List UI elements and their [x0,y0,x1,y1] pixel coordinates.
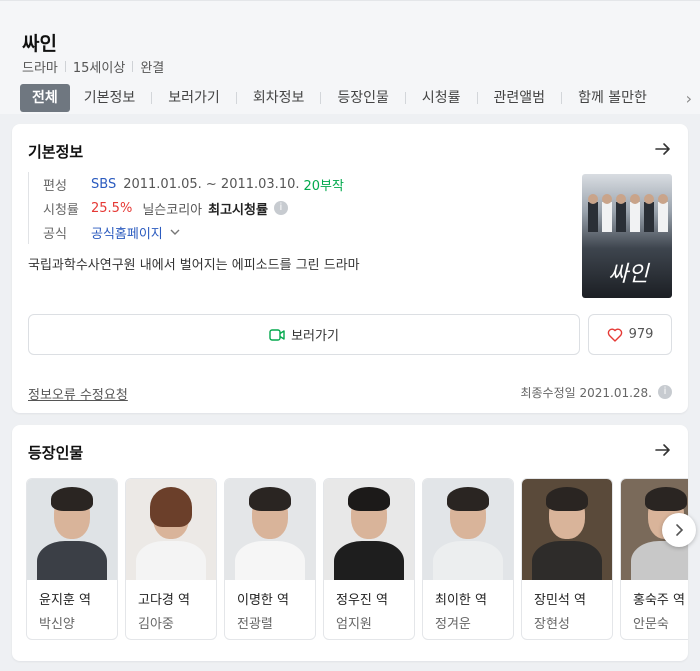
tab-episodes[interactable]: 회차정보 [245,84,313,112]
meta-info: 드라마 15세이상 완결 [22,57,164,76]
divider [476,92,478,104]
info-icon[interactable]: i [273,201,288,215]
info-icon[interactable]: i [658,385,672,399]
divider [561,92,563,104]
cast-photo [423,479,513,580]
section-title: 등장인물 [28,444,84,462]
section-title: 기본정보 [28,143,84,161]
description: 국립과학수사연구원 내에서 벌어지는 에피소드를 그린 드라마 [28,258,360,273]
watch-button[interactable]: 보러가기 [28,314,580,355]
broadcast-row: 편성 SBS 2011.01.05. ~ 2011.03.10. 20부작 [43,172,344,196]
broadcast-label: 편성 [43,178,67,194]
cast-item[interactable]: 장민석 역 장현성 [521,478,613,640]
like-button[interactable]: 979 [588,314,672,355]
last-updated: 최종수정일 2021.01.28. [520,386,652,400]
divider [320,92,322,104]
cast-photo [225,479,315,580]
tab-albums[interactable]: 관련앨범 [486,84,554,112]
cast-item[interactable]: 고다경 역 김아중 [125,478,217,640]
cast-photo [27,479,117,580]
play-icon [269,328,285,341]
report-error-link[interactable]: 정보오류 수정요청 [28,384,128,403]
actor-name: 안문숙 [633,617,669,632]
actor-name: 엄지원 [336,617,372,632]
tab-similar[interactable]: 함께 볼만한 [570,84,655,112]
heart-icon [607,328,622,342]
official-homepage-link[interactable]: 공식홈페이지 [91,223,163,242]
meta-age-rating: 15세이상 [72,61,126,76]
cast-item[interactable]: 최이한 역 정겨운 [422,478,514,640]
cast-item[interactable]: 홍숙주 역 안문숙 [620,478,688,640]
meta-genre: 드라마 [22,61,58,76]
cast-photo [522,479,612,580]
cast-item[interactable]: 정우진 역 엄지원 [323,478,415,640]
tab-all[interactable]: 전체 [20,84,70,112]
cast-list: 윤지훈 역 박신양 고다경 역 김아중 이명한 역 전광렬 정우진 역 엄지원 [26,478,688,644]
actor-name: 김아중 [138,617,174,632]
tab-watch[interactable]: 보러가기 [160,84,228,112]
cast-item[interactable]: 이명한 역 전광렬 [224,478,316,640]
arrow-right-icon[interactable] [654,441,672,459]
divider [132,61,134,72]
chevron-right-icon [676,524,684,536]
poster-image[interactable]: 싸인 [582,174,672,298]
meta-status: 완결 [140,61,165,76]
info-rows: 편성 SBS 2011.01.05. ~ 2011.03.10. 20부작 시청… [28,172,344,244]
cast-card: 등장인물 윤지훈 역 박신양 고다경 역 김아중 이명한 역 전광렬 정우진 역… [12,425,696,661]
official-row: 공식 공식홈페이지 [43,220,344,244]
actor-name: 전광렬 [237,617,273,632]
role-name: 이명한 역 [237,593,289,608]
actor-name: 장현성 [534,617,570,632]
next-button[interactable] [662,513,696,547]
role-name: 윤지훈 역 [39,593,91,608]
tab-bar: 전체 기본정보 보러가기 회차정보 등장인물 시청률 관련앨범 함께 볼만한 [20,83,680,113]
page-title: 싸인 [22,33,57,55]
role-name: 장민석 역 [534,593,586,608]
like-count: 979 [628,327,654,342]
chevron-right-icon[interactable]: › [686,89,692,108]
rating-note: 최고시청률 [208,202,268,218]
role-name: 고다경 역 [138,593,190,608]
channel-link[interactable]: SBS [91,177,116,192]
divider [151,92,153,104]
divider [64,61,66,72]
chevron-down-icon[interactable] [169,226,181,238]
role-name: 정우진 역 [336,593,388,608]
watch-button-label: 보러가기 [291,329,339,344]
rating-value: 25.5% [91,200,133,216]
tab-basic-info[interactable]: 기본정보 [76,84,144,112]
rating-row: 시청률 25.5% 닐슨코리아 최고시청률 i [43,196,344,220]
role-name: 최이한 역 [435,593,487,608]
poster-title: 싸인 [608,262,649,287]
role-name: 홍숙주 역 [633,593,685,608]
header: 싸인 드라마 15세이상 완결 전체 기본정보 보러가기 회차정보 등장인물 시… [0,0,700,114]
divider [404,92,406,104]
cast-item[interactable]: 윤지훈 역 박신양 [26,478,118,640]
cast-photo [324,479,414,580]
arrow-right-icon[interactable] [654,140,672,158]
tab-ratings[interactable]: 시청률 [414,84,469,112]
rating-source: 닐슨코리아 [142,202,203,218]
divider [235,92,237,104]
poster-people-graphic [588,194,668,232]
official-label: 공식 [43,226,67,242]
tab-cast[interactable]: 등장인물 [329,84,397,112]
episode-count: 20부작 [303,178,344,194]
basic-info-card: 기본정보 편성 SBS 2011.01.05. ~ 2011.03.10. 20… [12,124,688,413]
rating-label: 시청률 [43,202,79,218]
actor-name: 정겨운 [435,617,471,632]
air-period: 2011.01.05. ~ 2011.03.10. [123,176,300,192]
actor-name: 박신양 [39,617,75,632]
cast-photo [126,479,216,580]
